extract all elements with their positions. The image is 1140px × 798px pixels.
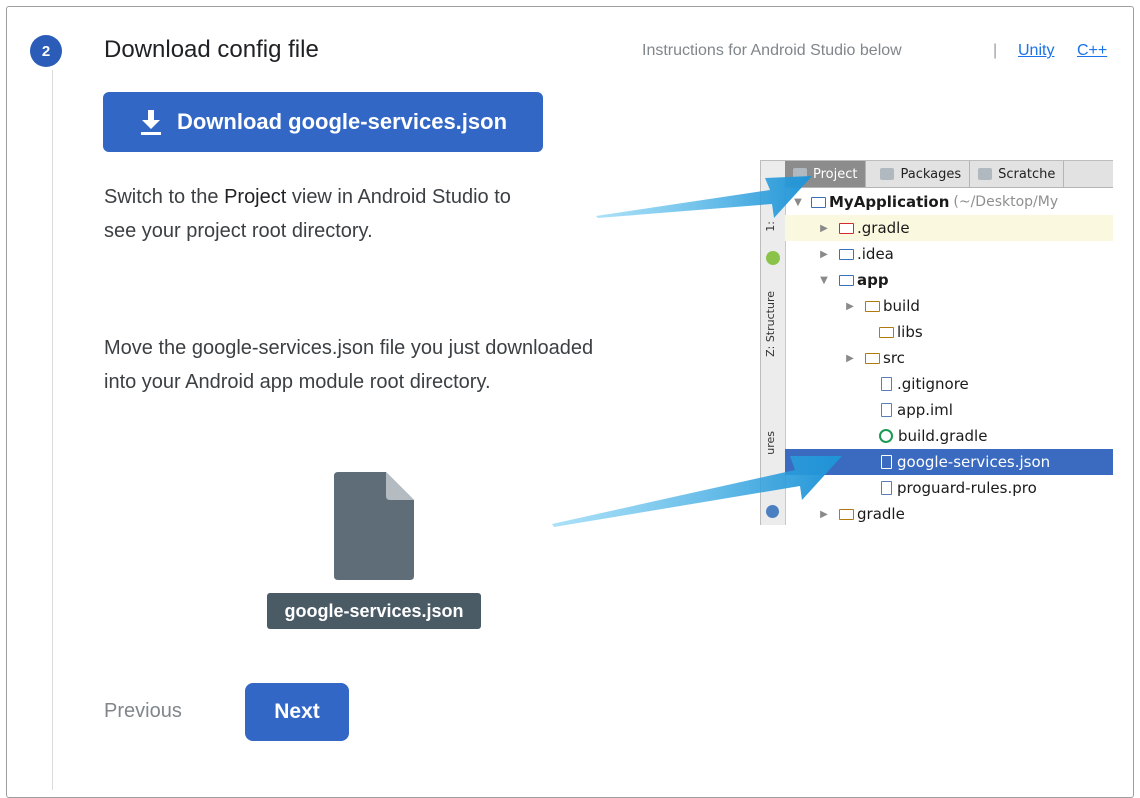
next-button[interactable]: Next <box>245 683 349 741</box>
side-label-structure: Z: Structure <box>764 291 777 357</box>
tree-item-app[interactable]: ▼ app <box>785 267 1113 293</box>
folder-icon <box>839 508 854 520</box>
folder-icon <box>879 326 894 338</box>
step-title: Download config file <box>104 36 319 63</box>
tree-item-gradle-root[interactable]: ▶ gradle <box>785 501 1113 525</box>
json-file-icon-small <box>881 455 892 469</box>
step-rail <box>52 70 53 790</box>
tree-item-app-iml[interactable]: app.iml <box>785 397 1113 423</box>
tree-item-build-gradle[interactable]: build.gradle <box>785 423 1113 449</box>
collapsed-arrow-icon: ▶ <box>846 352 854 364</box>
android-studio-project-panel: 1: Z: Structure ures Project Packages Sc… <box>760 160 1113 525</box>
collapsed-arrow-icon: ▶ <box>846 300 854 312</box>
header-separator: | <box>993 42 998 59</box>
android-icon <box>766 251 780 265</box>
unity-link[interactable]: Unity <box>1018 42 1054 60</box>
instructions-note: Instructions for Android Studio below <box>642 42 902 59</box>
packages-tab-icon <box>880 168 895 180</box>
step-number-badge: 2 <box>30 35 62 67</box>
scratches-tab-icon <box>978 168 993 180</box>
previous-button[interactable]: Previous <box>104 700 182 723</box>
collapsed-arrow-icon: ▶ <box>820 508 828 520</box>
tree-item-myapplication[interactable]: ▼ MyApplication (~/Desktop/My <box>785 189 1113 215</box>
instruction-move-file: Move the google-services.json file you j… <box>104 337 594 393</box>
file-icon <box>881 403 892 417</box>
download-button-label: Download google-services.json <box>176 109 508 134</box>
download-icon <box>139 109 163 135</box>
folder-icon <box>839 248 854 260</box>
side-label-captures: ures <box>764 431 777 455</box>
file-name-label: google-services.json <box>267 593 481 629</box>
module-folder-icon <box>811 196 826 208</box>
json-file-icon <box>334 472 414 580</box>
expanded-arrow-icon: ▼ <box>794 196 802 208</box>
collapsed-arrow-icon: ▶ <box>820 222 828 234</box>
tree-item-build[interactable]: ▶ build <box>785 293 1113 319</box>
gradle-icon <box>879 429 893 443</box>
ide-tab-bar: Project Packages Scratche <box>785 161 1113 188</box>
tree-item-gradle-dir[interactable]: ▶ .gradle <box>785 215 1113 241</box>
tree-item-google-services-json[interactable]: google-services.json <box>785 449 1113 475</box>
tree-item-proguard[interactable]: proguard-rules.pro <box>785 475 1113 501</box>
folder-icon <box>839 222 854 234</box>
folder-icon <box>865 300 880 312</box>
tree-item-libs[interactable]: libs <box>785 319 1113 345</box>
tree-item-idea[interactable]: ▶ .idea <box>785 241 1113 267</box>
instruction-project-view: Switch to the Project view in Android St… <box>104 186 511 242</box>
captures-icon <box>766 505 779 518</box>
file-icon <box>881 481 892 495</box>
ide-side-strip: 1: Z: Structure ures <box>761 161 786 525</box>
side-label-project: 1: <box>764 221 777 232</box>
collapsed-arrow-icon: ▶ <box>820 248 828 260</box>
module-folder-icon <box>839 274 854 286</box>
file-icon <box>881 377 892 391</box>
tree-item-src[interactable]: ▶ src <box>785 345 1113 371</box>
tab-scratches[interactable]: Scratche <box>970 161 1065 187</box>
project-tab-icon <box>793 168 807 180</box>
cpp-link[interactable]: C++ <box>1077 42 1107 60</box>
download-config-button[interactable]: Download google-services.json <box>103 92 543 152</box>
tab-packages[interactable]: Packages <box>866 161 971 187</box>
project-keyword: Project <box>224 186 287 208</box>
expanded-arrow-icon: ▼ <box>820 274 828 286</box>
tab-project[interactable]: Project <box>785 161 867 187</box>
tree-item-gitignore[interactable]: .gitignore <box>785 371 1113 397</box>
folder-icon <box>865 352 880 364</box>
